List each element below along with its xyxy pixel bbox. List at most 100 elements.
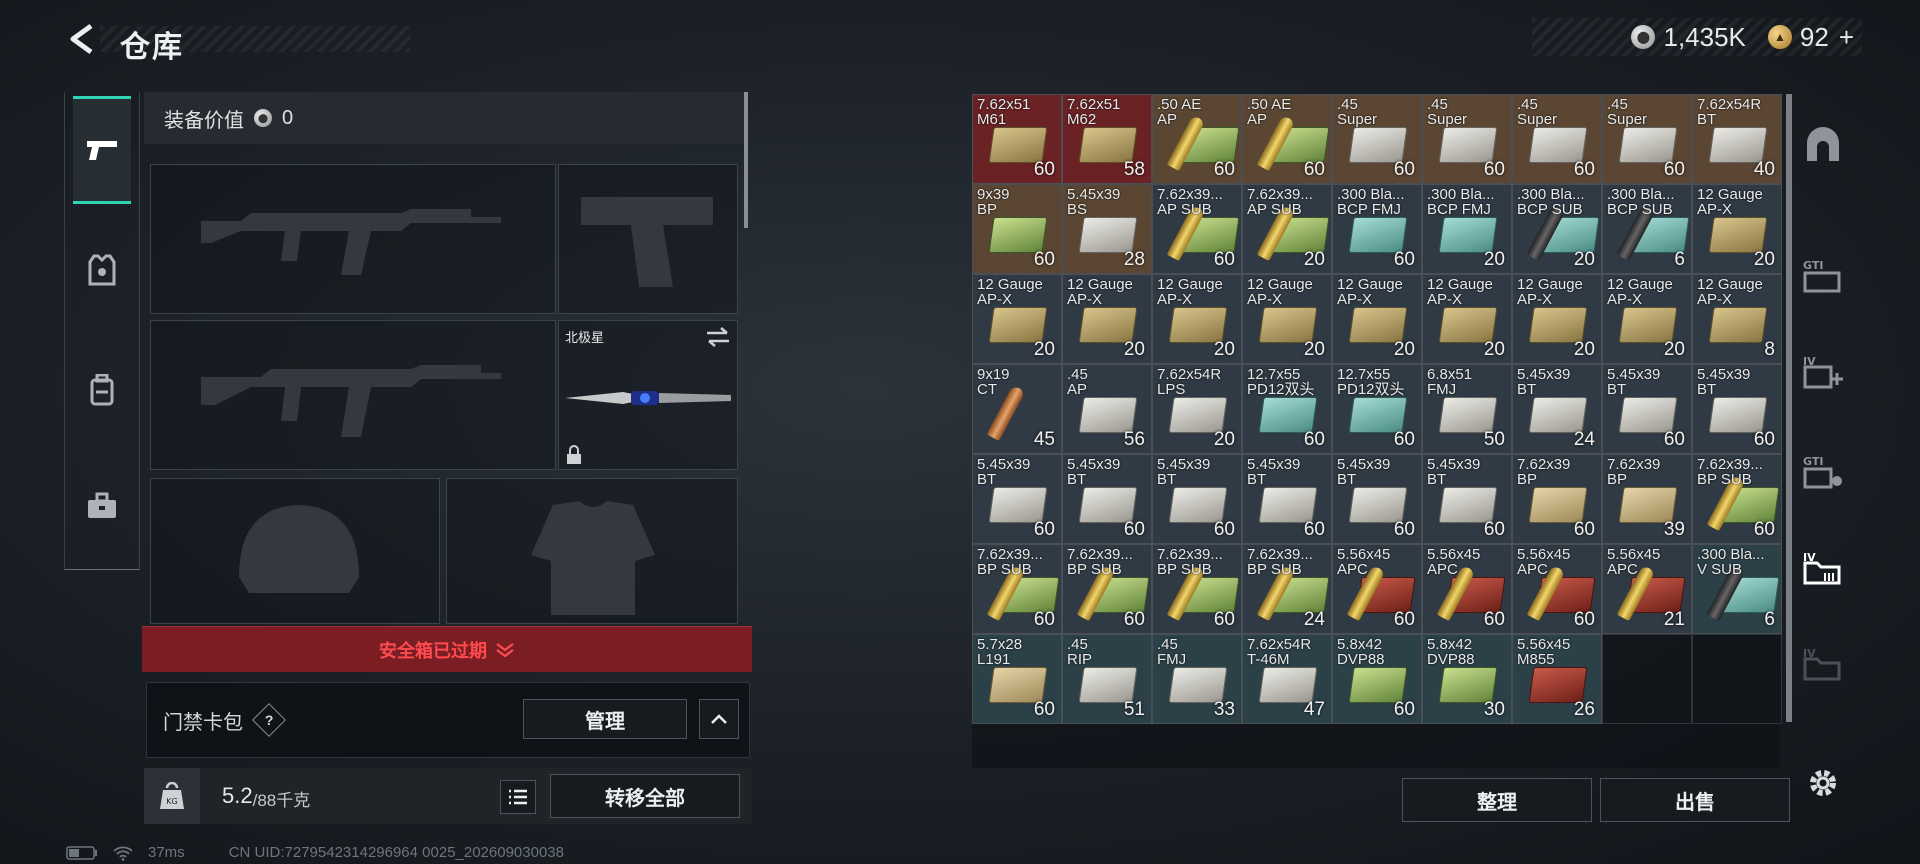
inventory-item[interactable]: 7.62x39... BP SUB 60 <box>1152 544 1242 634</box>
tab-armor[interactable] <box>73 216 131 324</box>
inventory-item[interactable]: 5.8x42 DVP88 60 <box>1332 634 1422 724</box>
inventory-item[interactable]: 12 Gauge AP-X 20 <box>1602 274 1692 364</box>
inventory-item[interactable]: 7.62x51 M62 58 <box>1062 94 1152 184</box>
inventory-item[interactable]: 5.56x45 APC 60 <box>1332 544 1422 634</box>
inventory-item[interactable]: .45 Super 60 <box>1512 94 1602 184</box>
inventory-item[interactable]: 7.62x39 BP 60 <box>1512 454 1602 544</box>
organize-button[interactable]: 整理 <box>1402 778 1592 822</box>
inventory-item[interactable]: 12 Gauge AP-X 20 <box>1692 184 1782 274</box>
item-label: .300 Bla... BCP SUB <box>1607 186 1675 218</box>
inventory-item[interactable]: 7.62x39... BP SUB 60 <box>1062 544 1152 634</box>
inventory-item[interactable]: 12 Gauge AP-X 20 <box>1152 274 1242 364</box>
inventory-item[interactable]: 7.62x39... BP SUB 60 <box>1692 454 1782 544</box>
inventory-item[interactable]: 7.62x39... BP SUB 60 <box>972 544 1062 634</box>
inventory-item[interactable]: 5.45x39 BT 60 <box>972 454 1062 544</box>
inventory-item[interactable]: .300 Bla... BCP SUB 6 <box>1602 184 1692 274</box>
inventory-item[interactable]: .45 FMJ 33 <box>1152 634 1242 724</box>
inventory-item[interactable]: 5.56x45 APC 21 <box>1602 544 1692 634</box>
inventory-item[interactable]: 6.8x51 FMJ 50 <box>1422 364 1512 454</box>
inventory-item[interactable]: 12 Gauge AP-X 20 <box>972 274 1062 364</box>
inventory-item[interactable]: 12 Gauge AP-X 8 <box>1692 274 1782 364</box>
inventory-item[interactable]: 7.62x51 M61 60 <box>972 94 1062 184</box>
sell-button[interactable]: 出售 <box>1600 778 1790 822</box>
svg-text:KG: KG <box>166 797 177 806</box>
inventory-item[interactable]: .45 RIP 51 <box>1062 634 1152 724</box>
inventory-item[interactable]: 5.45x39 BT 24 <box>1512 364 1602 454</box>
inventory-item[interactable]: .300 Bla... V SUB 6 <box>1692 544 1782 634</box>
sidebar-case-4-active[interactable]: IV <box>1796 540 1850 594</box>
case-icon: GTI <box>1803 259 1841 293</box>
item-count: 24 <box>1303 609 1325 630</box>
manage-button[interactable]: 管理 <box>523 699 687 739</box>
secondary-weapon-slot[interactable] <box>150 320 556 470</box>
sidebar-case-5[interactable]: IV <box>1796 636 1850 690</box>
item-count: 60 <box>1033 159 1055 180</box>
inventory-item[interactable]: 5.45x39 BT 60 <box>1692 364 1782 454</box>
tab-weapons[interactable] <box>73 96 131 204</box>
inventory-item[interactable]: 5.45x39 BT 60 <box>1602 364 1692 454</box>
inventory-item[interactable]: 5.7x28 L191 60 <box>972 634 1062 724</box>
inventory-item[interactable]: .300 Bla... BCP FMJ 20 <box>1422 184 1512 274</box>
settings-button[interactable] <box>1796 756 1850 810</box>
sidebar-stash-main[interactable] <box>1796 118 1850 172</box>
inventory-item[interactable]: 12 Gauge AP-X 20 <box>1422 274 1512 364</box>
inventory-scrollbar[interactable] <box>1786 94 1792 722</box>
inventory-item[interactable]: 5.45x39 BS 28 <box>1062 184 1152 274</box>
tab-items[interactable] <box>73 452 131 560</box>
empty-slot[interactable] <box>1692 634 1782 724</box>
inventory-item[interactable]: 7.62x54R T-46M 47 <box>1242 634 1332 724</box>
inventory-item[interactable]: .45 Super 60 <box>1422 94 1512 184</box>
sidebar-case-2[interactable]: IV <box>1796 344 1850 398</box>
inventory-item[interactable]: 5.45x39 BT 60 <box>1242 454 1332 544</box>
inventory-item[interactable]: .45 Super 60 <box>1332 94 1422 184</box>
inventory-item[interactable]: 7.62x39... AP SUB 20 <box>1242 184 1332 274</box>
inventory-item[interactable]: 5.56x45 APC 60 <box>1422 544 1512 634</box>
inventory-item[interactable]: 7.62x39 BP 39 <box>1602 454 1692 544</box>
inventory-item[interactable]: 5.8x42 DVP88 30 <box>1422 634 1512 724</box>
sidebar-case-1[interactable]: GTI <box>1796 248 1850 302</box>
inventory-item[interactable]: .50 AE AP 60 <box>1152 94 1242 184</box>
inventory-item[interactable]: 12.7x55 PD12双头 60 <box>1332 364 1422 454</box>
inventory-item[interactable]: 9x19 CT 45 <box>972 364 1062 454</box>
inventory-item[interactable]: 5.56x45 APC 60 <box>1512 544 1602 634</box>
secure-container-expired-banner[interactable]: 安全箱已过期 <box>142 626 752 672</box>
inventory-item[interactable]: 12.7x55 PD12双头 60 <box>1242 364 1332 454</box>
inventory-item[interactable]: .300 Bla... BCP FMJ 60 <box>1332 184 1422 274</box>
collapse-button[interactable] <box>699 699 739 739</box>
inventory-item[interactable]: 12 Gauge AP-X 20 <box>1242 274 1332 364</box>
inventory-item[interactable]: 7.62x54R BT 40 <box>1692 94 1782 184</box>
item-label: 5.45x39 BT <box>1337 456 1391 488</box>
inventory-item[interactable]: 7.62x54R LPS 20 <box>1152 364 1242 454</box>
armor-slot[interactable] <box>446 478 738 624</box>
primary-weapon-slot[interactable] <box>150 164 556 314</box>
inventory-item[interactable]: 5.45x39 BT 60 <box>1422 454 1512 544</box>
inventory-item[interactable]: 5.56x45 M855 26 <box>1512 634 1602 724</box>
inventory-item[interactable]: .50 AE AP 60 <box>1242 94 1332 184</box>
inventory-item[interactable]: 9x39 BP 60 <box>972 184 1062 274</box>
gold-add-button[interactable]: + <box>1839 22 1854 53</box>
inventory-item[interactable]: 5.45x39 BT 60 <box>1332 454 1422 544</box>
help-icon[interactable]: ? <box>252 703 286 737</box>
equipment-scrollbar[interactable] <box>744 92 748 228</box>
back-button[interactable] <box>62 18 102 60</box>
swap-icon[interactable] <box>705 327 731 347</box>
inventory-item[interactable]: .300 Bla... BCP SUB 20 <box>1512 184 1602 274</box>
inventory-item[interactable]: 5.45x39 BT 60 <box>1062 454 1152 544</box>
inventory-item[interactable]: .45 Super 60 <box>1602 94 1692 184</box>
empty-slot[interactable] <box>1602 634 1692 724</box>
inventory-item[interactable]: 7.62x39... AP SUB 60 <box>1152 184 1242 274</box>
melee-slot[interactable]: 北极星 <box>558 320 738 470</box>
inventory-item[interactable]: 5.45x39 BT 60 <box>1152 454 1242 544</box>
inventory-item[interactable]: 12 Gauge AP-X 20 <box>1062 274 1152 364</box>
inventory-item[interactable]: .45 AP 56 <box>1062 364 1152 454</box>
inventory-item[interactable]: 7.62x39... BP SUB 24 <box>1242 544 1332 634</box>
transfer-all-button[interactable]: 转移全部 <box>550 774 740 818</box>
inventory-item[interactable]: 12 Gauge AP-X 20 <box>1332 274 1422 364</box>
inventory-item[interactable]: 12 Gauge AP-X 20 <box>1512 274 1602 364</box>
sidebar-case-3[interactable]: GTI <box>1796 444 1850 498</box>
tab-backpack[interactable] <box>73 336 131 444</box>
helmet-slot[interactable] <box>150 478 440 624</box>
ammo-box-icon <box>1438 667 1498 703</box>
list-view-button[interactable] <box>500 780 536 814</box>
pistol-slot[interactable] <box>558 164 738 314</box>
